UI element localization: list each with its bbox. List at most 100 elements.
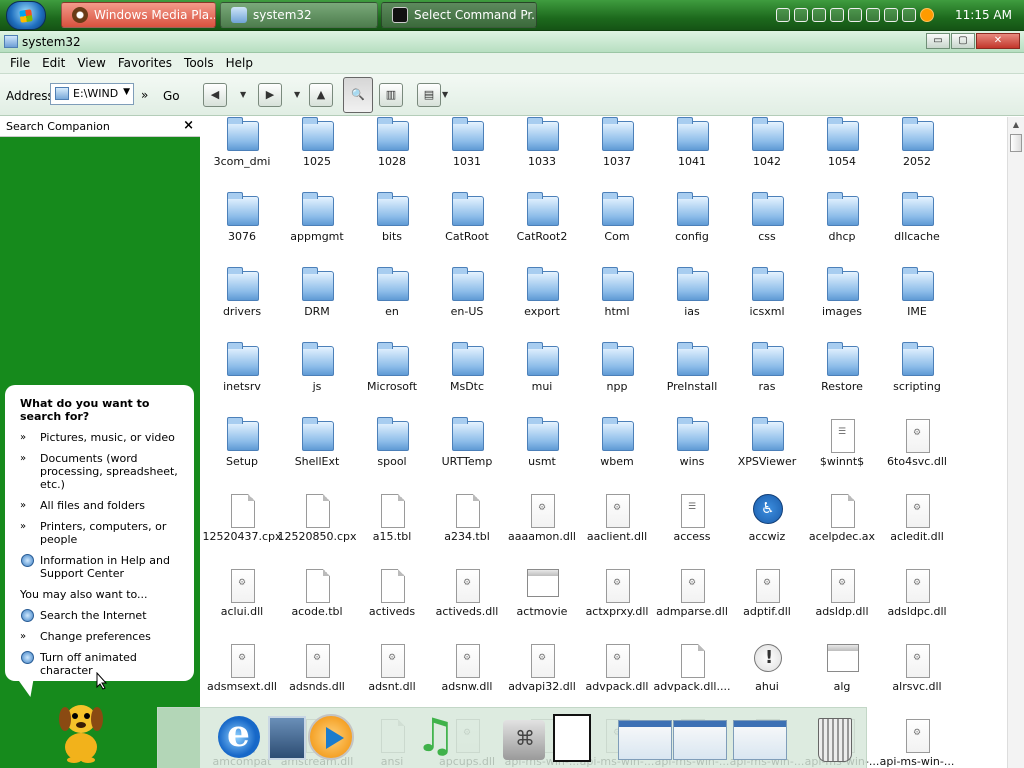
folder-item[interactable]: 1037 [580,117,654,194]
file-item[interactable]: aaclient.dll [580,494,654,569]
folder-item[interactable]: ras [730,342,804,419]
file-item[interactable]: access [655,494,729,569]
folder-item[interactable]: inetsrv [205,342,279,419]
folder-item[interactable]: 3076 [205,192,279,269]
option-help-center[interactable]: Information in Help and Support Center [20,554,182,580]
clock[interactable]: 11:15 AM [955,8,1012,22]
folder-item[interactable]: appmgmt [280,192,354,269]
folder-item[interactable]: 1025 [280,117,354,194]
folder-item[interactable]: ShellExt [280,417,354,494]
file-item[interactable]: acode.tbl [280,569,354,644]
media-player-icon[interactable] [308,714,354,760]
dog-character-icon[interactable] [50,695,112,763]
file-item[interactable]: acledit.dll [880,494,954,569]
document-icon[interactable] [553,714,591,762]
folder-item[interactable]: scripting [880,342,954,419]
file-item[interactable]: $winnt$ [805,419,879,494]
folder-item[interactable]: PreInstall [655,342,729,419]
battery-icon[interactable] [830,8,844,22]
folder-item[interactable]: XPSViewer [730,417,804,494]
vertical-scrollbar[interactable]: ▲ [1007,117,1024,768]
folder-item[interactable]: en-US [430,267,504,344]
folder-item[interactable]: wins [655,417,729,494]
tools-icon[interactable] [884,8,898,22]
file-item[interactable]: adsldpc.dll [880,569,954,644]
file-item[interactable]: activeds.dll [430,569,504,644]
keyboard-icon[interactable] [776,8,790,22]
start-button[interactable] [6,1,46,30]
music-player-icon[interactable] [413,708,463,766]
mac-finder-icon[interactable] [503,720,545,760]
folder-item[interactable]: Restore [805,342,879,419]
folder-item[interactable]: 2052 [880,117,954,194]
file-item[interactable]: 12520437.cpx [202,494,282,569]
folder-item[interactable]: 1028 [355,117,429,194]
file-item[interactable]: alrsvc.dll [880,644,954,719]
alarm-icon[interactable] [794,8,808,22]
scroll-thumb[interactable] [1010,134,1022,152]
folder-item[interactable]: DRM [280,267,354,344]
folder-item[interactable]: dhcp [805,192,879,269]
close-button[interactable]: ✕ [976,33,1020,49]
up-folder-button[interactable]: ▲ [309,83,333,107]
folder-item[interactable]: npp [580,342,654,419]
back-button[interactable]: ◀ [203,83,227,107]
window-thumbnail-icon[interactable] [733,720,787,760]
menu-file[interactable]: File [4,56,36,70]
folder-item[interactable]: Setup [205,417,279,494]
folder-item[interactable]: CatRoot2 [505,192,579,269]
file-item[interactable]: a234.tbl [430,494,504,569]
file-item[interactable]: acelpdec.ax [805,494,879,569]
file-item[interactable]: aaaamon.dll [505,494,579,569]
file-item[interactable]: adsldp.dll [805,569,879,644]
bird-photo-icon[interactable] [268,716,306,760]
internet-explorer-icon[interactable] [218,713,260,758]
folder-item[interactable]: css [730,192,804,269]
option-documents[interactable]: » Documents (word processing, spreadsheet… [20,452,182,491]
folder-item[interactable]: drivers [205,267,279,344]
back-history-dropdown[interactable]: ▼ [240,90,246,99]
shield-icon[interactable] [812,8,826,22]
menu-edit[interactable]: Edit [36,56,71,70]
forward-button[interactable]: ▶ [258,83,282,107]
menu-view[interactable]: View [71,56,111,70]
address-combobox[interactable]: E:\WIND ▼ [50,83,134,105]
file-item[interactable]: api-ms-win-... [880,719,954,768]
folder-item[interactable]: URTTemp [430,417,504,494]
monitor-icon[interactable] [848,8,862,22]
scroll-up-icon[interactable]: ▲ [1008,117,1024,133]
window-thumbnail-icon[interactable] [618,720,672,760]
folder-item[interactable]: ias [655,267,729,344]
folder-item[interactable]: 1041 [655,117,729,194]
window-thumbnail-icon[interactable] [673,720,727,760]
folder-item[interactable]: mui [505,342,579,419]
folder-item[interactable]: spool [355,417,429,494]
folder-item[interactable]: dllcache [880,192,954,269]
views-button[interactable]: ▤ [417,83,441,107]
folder-item[interactable]: wbem [580,417,654,494]
maximize-button[interactable]: ▢ [951,33,975,49]
views-dropdown[interactable]: ▼ [442,90,448,99]
folder-item[interactable]: 1033 [505,117,579,194]
option-pictures[interactable]: » Pictures, music, or video [20,431,182,444]
folder-item[interactable]: export [505,267,579,344]
menu-favorites[interactable]: Favorites [112,56,178,70]
folder-item[interactable]: icsxml [730,267,804,344]
trash-icon[interactable] [818,718,852,762]
file-item[interactable]: accwiz [730,494,804,569]
folder-item[interactable]: 1042 [730,117,804,194]
speaker-icon[interactable] [902,8,916,22]
folder-item[interactable]: images [805,267,879,344]
folder-item[interactable]: IME [880,267,954,344]
search-tray-icon[interactable] [920,8,934,22]
go-arrow-icon[interactable]: » [141,88,149,102]
folder-item[interactable]: config [655,192,729,269]
chevron-down-icon[interactable]: ▼ [123,87,130,97]
network-icon[interactable] [866,8,880,22]
window-titlebar[interactable]: system32 ▭ ▢ ✕ [0,31,1024,53]
file-item[interactable]: admparse.dll [655,569,729,644]
file-item[interactable]: a15.tbl [355,494,429,569]
option-printers[interactable]: » Printers, computers, or people [20,520,182,546]
folder-item[interactable]: en [355,267,429,344]
file-item[interactable]: adptif.dll [730,569,804,644]
